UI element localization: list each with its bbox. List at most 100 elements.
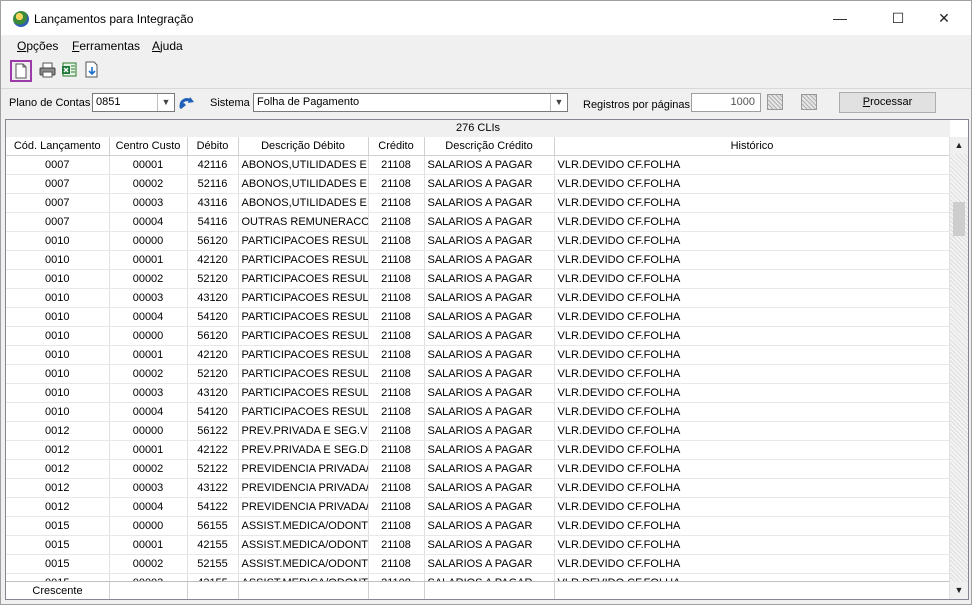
table-cell: 00000 xyxy=(109,516,188,536)
plano-combo[interactable]: 0851 ▼ xyxy=(92,93,175,112)
export-excel-icon xyxy=(62,62,77,77)
table-row[interactable]: 0010 00004 54120 PARTICIPACOES RESULTA 21108… xyxy=(6,402,951,422)
column-header[interactable]: Cód. Lançamento xyxy=(6,137,110,156)
table-cell: PARTICIPACOES RESULTA xyxy=(238,326,369,346)
close-button[interactable]: ✕ xyxy=(921,1,967,35)
sort-order-label[interactable]: Crescente xyxy=(6,582,110,599)
table-cell: 21108 xyxy=(368,326,425,346)
filter-bar: Plano de Contas 0851 ▼ Sistema Folha de … xyxy=(1,88,971,118)
table-cell: SALARIOS A PAGAR xyxy=(424,193,555,213)
table-cell: SALARIOS A PAGAR xyxy=(424,326,555,346)
table-cell: 21108 xyxy=(368,269,425,289)
table-cell: PREV.PRIVADA E SEG.DE V xyxy=(238,440,369,460)
refresh-icon[interactable] xyxy=(177,94,197,112)
vertical-scrollbar[interactable]: ▲ ▼ xyxy=(949,137,968,599)
scroll-up-icon[interactable]: ▲ xyxy=(950,137,968,154)
table-row[interactable]: 0010 00003 43120 PARTICIPACOES RESULTA 21108… xyxy=(6,288,951,308)
next-page-button[interactable] xyxy=(801,94,817,110)
table-cell: 00002 xyxy=(109,269,188,289)
table-cell: 00000 xyxy=(109,231,188,251)
data-grid[interactable]: 276 CLIs Cód. Lançamento Centro Custo Débi… xyxy=(5,119,969,600)
table-cell: SALARIOS A PAGAR xyxy=(424,307,555,327)
menu-ferramentas[interactable]: Ferramentas xyxy=(72,39,140,53)
header-row: Cód. Lançamento Centro Custo Débito Descriç… xyxy=(6,137,951,156)
table-cell: 00001 xyxy=(109,345,188,365)
table-cell: VLR.DEVIDO CF.FOLHA xyxy=(554,155,951,175)
table-cell: 00001 xyxy=(109,535,188,555)
table-cell: VLR.DEVIDO CF.FOLHA xyxy=(554,516,951,536)
table-row[interactable]: 00070000454116OUTRAS REMUNERACOES21108SA… xyxy=(6,212,951,232)
table-cell: 21108 xyxy=(368,174,425,194)
chevron-down-icon[interactable]: ▼ xyxy=(550,94,567,111)
table-cell: 21108 xyxy=(368,440,425,460)
footer-cell xyxy=(188,582,239,599)
footer-cell xyxy=(239,582,369,599)
table-cell: VLR.DEVIDO CF.FOLHA xyxy=(554,326,951,346)
print-button[interactable] xyxy=(38,60,60,82)
column-header[interactable]: Descrição Débito xyxy=(238,137,369,156)
sistema-combo[interactable]: Folha de Pagamento ▼ xyxy=(253,93,568,112)
table-row[interactable]: 0010 00004 54120 PARTICIPACOES RESULTA 21108… xyxy=(6,307,951,327)
scroll-down-icon[interactable]: ▼ xyxy=(950,582,968,599)
table-row[interactable]: 00150000142155ASSIST.MEDICA/ODONTOL21108… xyxy=(6,535,951,555)
table-row[interactable]: 00070000252116ABONOS,UTILIDADES E OU2110… xyxy=(6,174,951,194)
column-header[interactable]: Descrição Crédito xyxy=(424,137,555,156)
column-header[interactable]: Centro Custo xyxy=(109,137,188,156)
table-row[interactable]: 0010 00001 42120 PARTICIPACOES RESULTA 21108… xyxy=(6,345,951,365)
table-cell: 42120 xyxy=(187,250,239,270)
table-cell: 42120 xyxy=(187,345,239,365)
table-row[interactable]: 00070000142116ABONOS,UTILIDADES E OU2110… xyxy=(6,155,951,175)
table-row[interactable]: 0010 00003 43120 PARTICIPACOES RESULTA 21108… xyxy=(6,383,951,403)
title-bar[interactable]: Lançamentos para Integração — ☐ ✕ xyxy=(1,1,971,35)
table-cell: 21108 xyxy=(368,288,425,308)
table-row[interactable]: 00120000252122PREVIDENCIA PRIVADA/SE2110… xyxy=(6,459,951,479)
table-cell: 21108 xyxy=(368,478,425,498)
export-download-button[interactable] xyxy=(82,60,104,82)
maximize-button[interactable]: ☐ xyxy=(875,1,921,35)
column-header[interactable]: Crédito xyxy=(368,137,425,156)
table-cell: SALARIOS A PAGAR xyxy=(424,478,555,498)
table-cell: 00000 xyxy=(109,421,188,441)
plano-value: 0851 xyxy=(96,96,121,108)
table-row[interactable]: 0010 00000 56120 PARTICIPACOES RESULTA 21108… xyxy=(6,231,951,251)
table-cell: 0015 xyxy=(6,516,110,536)
table-row[interactable]: 00120000343122PREVIDENCIA PRIVADA/SE2110… xyxy=(6,478,951,498)
table-cell: 42155 xyxy=(187,535,239,555)
table-row[interactable]: 0010 00002 52120 PARTICIPACOES RESULTA 21108… xyxy=(6,364,951,384)
table-cell: 0012 xyxy=(6,459,110,479)
column-header[interactable]: Débito xyxy=(187,137,239,156)
table-cell: VLR.DEVIDO CF.FOLHA xyxy=(554,459,951,479)
menu-ajuda-label: juda xyxy=(160,39,183,53)
table-row[interactable]: 0010 00001 42120 PARTICIPACOES RESULTA 21108… xyxy=(6,250,951,270)
table-cell: VLR.DEVIDO CF.FOLHA xyxy=(554,402,951,422)
registros-input[interactable]: 1000 xyxy=(691,93,761,112)
table-row[interactable]: 00150000252155ASSIST.MEDICA/ODONTOL21108… xyxy=(6,554,951,574)
table-cell: SALARIOS A PAGAR xyxy=(424,440,555,460)
table-cell: SALARIOS A PAGAR xyxy=(424,212,555,232)
table-row[interactable]: 00120000454122PREVIDENCIA PRIVADA/SE2110… xyxy=(6,497,951,517)
chevron-down-icon[interactable]: ▼ xyxy=(157,94,174,111)
new-document-icon xyxy=(15,63,27,79)
menu-ajuda[interactable]: Ajuda xyxy=(152,39,183,53)
first-page-button[interactable] xyxy=(767,94,783,110)
new-document-button[interactable] xyxy=(10,60,32,82)
table-row[interactable]: 00070000343116ABONOS,UTILIDADES E OU2110… xyxy=(6,193,951,213)
table-row[interactable]: 0010 00002 52120 PARTICIPACOES RESULTA 21108… xyxy=(6,269,951,289)
column-header[interactable]: Histórico xyxy=(554,137,951,156)
menu-opcoes[interactable]: Opções xyxy=(17,39,58,53)
table-cell: VLR.DEVIDO CF.FOLHA xyxy=(554,421,951,441)
scroll-thumb[interactable] xyxy=(953,202,965,236)
table-row[interactable]: 00120000056122PREV.PRIVADA E SEG.VIDA211… xyxy=(6,421,951,441)
export-excel-button[interactable] xyxy=(60,60,82,82)
processar-button[interactable]: Processar xyxy=(839,92,936,113)
table-cell: VLR.DEVIDO CF.FOLHA xyxy=(554,174,951,194)
table-row[interactable]: 0010 00000 56120 PARTICIPACOES RESULTA 21108… xyxy=(6,326,951,346)
table-cell: 52120 xyxy=(187,364,239,384)
table-cell: 0012 xyxy=(6,497,110,517)
table-cell: PREVIDENCIA PRIVADA/SE xyxy=(238,459,369,479)
table-cell: 00003 xyxy=(109,193,188,213)
table-row[interactable]: 00120000142122PREV.PRIVADA E SEG.DE V211… xyxy=(6,440,951,460)
minimize-button[interactable]: — xyxy=(817,1,863,35)
table-row[interactable]: 00150000056155ASSIST.MEDICA/ODONTOL21108… xyxy=(6,516,951,536)
footer-cell xyxy=(110,582,188,599)
